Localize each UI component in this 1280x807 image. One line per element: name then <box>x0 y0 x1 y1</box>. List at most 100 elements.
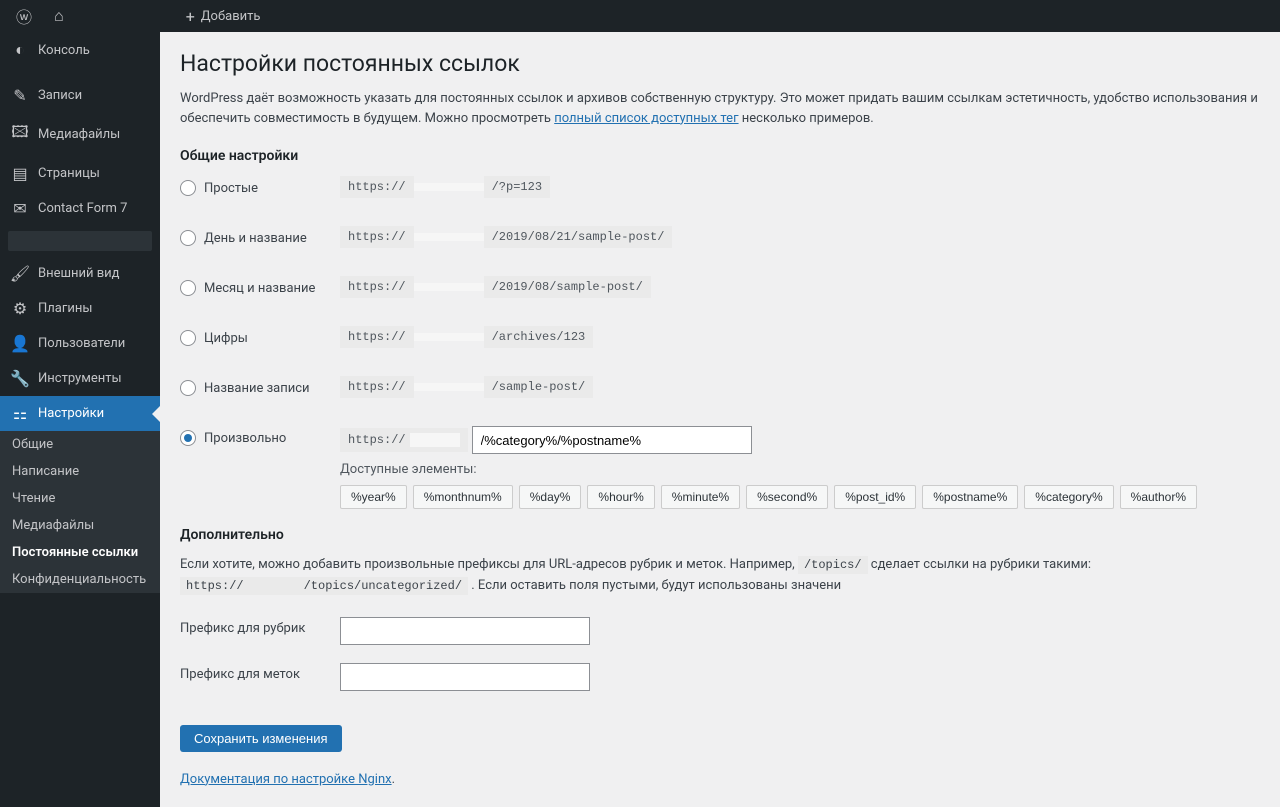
url-host <box>414 283 484 291</box>
tag-day[interactable]: %day% <box>519 485 582 509</box>
tag-minute[interactable]: %minute% <box>661 485 740 509</box>
url-scheme: https:// <box>340 176 414 198</box>
sidebar-item-label: Записи <box>38 88 82 103</box>
add-label: Добавить <box>201 9 261 24</box>
permalink-option-month-name: Месяц и название https:// /2019/08/sample… <box>180 276 1260 298</box>
available-tags-label: Доступные элементы: <box>340 462 1260 477</box>
permalink-option-day-name: День и название https:///2019/08/21/samp… <box>180 226 1260 248</box>
page-title: Настройки постоянных ссылок <box>180 50 1260 77</box>
option-label: Название записи <box>204 381 310 396</box>
tag-author[interactable]: %author% <box>1120 485 1197 509</box>
tools-icon: 🔧 <box>10 369 30 388</box>
sidebar-item-label: Contact Form 7 <box>38 201 127 216</box>
url-host <box>414 383 484 391</box>
url-host <box>414 233 484 241</box>
intro-text: WordPress даёт возможность указать для п… <box>180 89 1260 128</box>
user-icon: 👤 <box>10 334 30 353</box>
sidebar-item-contact[interactable]: ✉Contact Form 7 <box>0 191 160 226</box>
dashboard-icon: ◐ <box>10 40 30 60</box>
save-button[interactable]: Сохранить изменения <box>180 725 342 752</box>
url-scheme: https:// <box>340 226 414 248</box>
submenu-privacy[interactable]: Конфиденциальность <box>0 566 160 593</box>
add-new[interactable]: + Добавить <box>178 0 269 32</box>
option-label: Простые <box>204 181 258 196</box>
pin-icon: ✎ <box>10 86 30 105</box>
option-label: Произвольно <box>204 431 286 446</box>
sidebar-item-label: Настройки <box>38 406 104 421</box>
settings-submenu: Общие Написание Чтение Медиафайлы Постоя… <box>0 431 160 593</box>
submenu-media[interactable]: Медиафайлы <box>0 512 160 539</box>
main-content: Настройки постоянных ссылок WordPress да… <box>160 32 1280 807</box>
tags-link[interactable]: полный список доступных тег <box>554 111 738 126</box>
common-settings-heading: Общие настройки <box>180 148 1260 164</box>
url-scheme: https:// <box>340 276 414 298</box>
code-example-url: https:///topics/uncategorized/ <box>180 577 468 595</box>
sidebar-item-label: Пользователи <box>38 336 125 351</box>
radio-plain[interactable] <box>180 180 196 196</box>
url-scheme: https:// <box>340 376 414 398</box>
tag-hour[interactable]: %hour% <box>587 485 654 509</box>
tag-year[interactable]: %year% <box>340 485 407 509</box>
permalink-option-custom: Произвольно https:// Доступные элементы:… <box>180 426 1260 509</box>
code-example: /topics/ <box>798 556 868 574</box>
tag-buttons: %year% %monthnum% %day% %hour% %minute% … <box>340 485 1260 509</box>
sidebar-item-label: Консоль <box>38 43 90 58</box>
option-label: Месяц и название <box>204 281 315 296</box>
url-scheme: https:// <box>340 326 414 348</box>
radio-custom[interactable] <box>180 430 196 446</box>
custom-structure-input[interactable] <box>472 426 752 454</box>
tag-prefix-row: Префикс для меток <box>180 663 1260 691</box>
tag-prefix-label: Префикс для меток <box>180 663 340 682</box>
url-path: /2019/08/21/sample-post/ <box>484 226 673 248</box>
pages-icon: ▤ <box>10 164 30 183</box>
sidebar-item-plugins[interactable]: ⚙ Плагины <box>0 291 160 326</box>
sidebar-item-pages[interactable]: ▤ Страницы <box>0 156 160 191</box>
submenu-permalinks[interactable]: Постоянные ссылки <box>0 539 160 566</box>
sidebar-item-tools[interactable]: 🔧Инструменты <box>0 361 160 396</box>
url-path: /2019/08/sample-post/ <box>484 276 651 298</box>
sidebar-item-users[interactable]: 👤 Пользователи <box>0 326 160 361</box>
radio-month-name[interactable] <box>180 280 196 296</box>
admin-sidebar: ◐ Консоль ✎ Записи 🖾 Медиафайлы ▤ Страницы ✉… <box>0 32 160 807</box>
url-path: /sample-post/ <box>484 376 594 398</box>
sidebar-item-posts[interactable]: ✎ Записи <box>0 78 160 113</box>
sidebar-item-settings[interactable]: ⚏Настройки <box>0 396 160 431</box>
wp-logo[interactable]: ⓦ <box>8 0 46 32</box>
home-link[interactable]: ⌂ <box>46 0 78 32</box>
tag-post-id[interactable]: %post_id% <box>834 485 916 509</box>
category-prefix-label: Префикс для рубрик <box>180 617 340 636</box>
sidebar-item-label: Внешний вид <box>38 266 120 281</box>
radio-day-name[interactable] <box>180 230 196 246</box>
tag-prefix-input[interactable] <box>340 663 590 691</box>
option-label: Цифры <box>204 331 248 346</box>
media-icon: 🖾 <box>10 121 30 148</box>
radio-numeric[interactable] <box>180 330 196 346</box>
url-host <box>414 183 484 191</box>
tag-category[interactable]: %category% <box>1024 485 1113 509</box>
sidebar-item-media[interactable]: 🖾 Медиафайлы <box>0 113 160 156</box>
sidebar-item-label: Плагины <box>38 301 92 316</box>
sidebar-item-label: Страницы <box>38 166 100 181</box>
tag-postname[interactable]: %postname% <box>922 485 1018 509</box>
submenu-writing[interactable]: Написание <box>0 458 160 485</box>
tag-second[interactable]: %second% <box>746 485 828 509</box>
optional-heading: Дополнительно <box>180 527 1260 543</box>
plugin-icon: ⚙ <box>10 299 30 318</box>
url-scheme: https:// <box>348 433 406 447</box>
plus-icon: + <box>186 7 195 26</box>
tag-monthnum[interactable]: %monthnum% <box>413 485 513 509</box>
url-host <box>414 333 484 341</box>
submenu-reading[interactable]: Чтение <box>0 485 160 512</box>
sidebar-item-label: Медиафайлы <box>38 127 120 142</box>
sidebar-item-appearance[interactable]: 🖌 Внешний вид <box>0 256 160 291</box>
url-host <box>410 433 460 447</box>
nginx-doc-link[interactable]: Документация по настройке Nginx <box>180 772 392 787</box>
admin-topbar: ⓦ ⌂ + Добавить <box>0 0 1280 32</box>
submenu-general[interactable]: Общие <box>0 431 160 458</box>
url-path: /?p=123 <box>484 176 550 198</box>
radio-post-name[interactable] <box>180 380 196 396</box>
brush-icon: 🖌 <box>10 264 30 283</box>
sidebar-item-console[interactable]: ◐ Консоль <box>0 32 160 68</box>
category-prefix-input[interactable] <box>340 617 590 645</box>
permalink-option-post-name: Название записи https:// /sample-post/ <box>180 376 1260 398</box>
